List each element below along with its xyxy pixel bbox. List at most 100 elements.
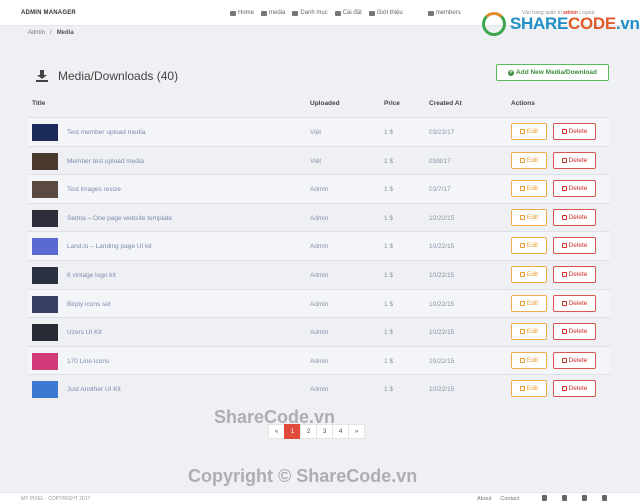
delete-button[interactable]: Delete [553, 294, 596, 312]
created-at: 03/7/17 [429, 186, 451, 194]
plus-icon: + [508, 69, 515, 76]
media-thumbnail[interactable] [32, 324, 58, 342]
edit-icon [519, 157, 525, 163]
google-plus-icon[interactable] [562, 495, 567, 501]
col-uploaded: Uploaded [310, 100, 340, 107]
media-title-link[interactable]: Land.io – Landing page UI kit [67, 243, 152, 250]
facebook-icon[interactable] [542, 495, 547, 501]
edit-button[interactable]: Edit [511, 380, 547, 398]
media-thumbnail[interactable] [32, 181, 58, 199]
trash-icon [561, 157, 567, 163]
edit-button[interactable]: Edit [511, 265, 547, 283]
trash-icon [561, 186, 567, 192]
delete-button[interactable]: Delete [553, 237, 596, 255]
nav-home[interactable]: Home [230, 10, 254, 16]
delete-button[interactable]: Delete [553, 380, 596, 398]
media-title-link[interactable]: Test member upload media [67, 129, 145, 136]
twitter-icon[interactable] [582, 495, 587, 501]
trash-icon [561, 129, 567, 134]
footer-links: About Contact [477, 496, 519, 502]
footer-contact-link[interactable]: Contact [500, 496, 519, 502]
delete-button[interactable]: Delete [553, 208, 596, 226]
footer: MY PIXEL - COPYRIGHT 2017 About Contact [0, 492, 640, 503]
delete-button[interactable]: Delete [553, 151, 596, 169]
delete-button[interactable]: Delete [553, 123, 596, 140]
nav-members[interactable]: members [427, 10, 461, 16]
delete-button[interactable]: Delete [553, 351, 596, 369]
table-row: Birply icons set Admin 1 $ 10/22/15 Edit Dele… [28, 288, 610, 318]
nav-about[interactable]: Giới thiệu [368, 10, 403, 16]
price: 1 $ [384, 186, 394, 194]
table-row: Test images resize Admin 1 $ 03/7/17 Edit Del… [28, 174, 610, 203]
price: 1 $ [384, 386, 394, 394]
edit-button[interactable]: Edit [511, 151, 547, 169]
pagination-next[interactable]: » [348, 424, 365, 439]
table-row: 6 vintage logo kit Admin 1 $ 10/22/15 Edit De… [28, 259, 610, 289]
table-row: Member test upload media Việt 1 $ 03/8/17 Ed… [28, 145, 610, 175]
media-thumbnail[interactable] [32, 352, 58, 370]
media-thumbnail[interactable] [32, 266, 58, 284]
media-title-link[interactable]: Birply icons set [67, 301, 111, 308]
created-at: 10/22/15 [429, 386, 455, 394]
media-title-link[interactable]: Just Another UI Kit [67, 386, 121, 393]
edit-icon [519, 357, 525, 363]
media-thumbnail[interactable] [32, 209, 58, 227]
edit-icon [519, 129, 525, 134]
media-title-link[interactable]: 6 vintage logo kit [67, 272, 116, 279]
edit-button[interactable]: Edit [511, 180, 547, 198]
media-title-link[interactable]: Uzers UI Kit [67, 329, 102, 336]
media-thumbnail[interactable] [32, 152, 58, 170]
media-thumbnail[interactable] [32, 238, 58, 256]
price: 1 $ [384, 243, 394, 251]
delete-button[interactable]: Delete [553, 265, 596, 283]
edit-button[interactable]: Edit [511, 237, 547, 255]
delete-button[interactable]: Delete [553, 180, 596, 198]
rss-icon[interactable] [602, 495, 607, 501]
table-row: 170 Line Icons Admin 1 $ 10/22/15 Edit Delete [28, 345, 610, 375]
media-title-link[interactable]: Test images resize [67, 186, 121, 193]
edit-button[interactable]: Edit [511, 123, 547, 140]
nav-settings[interactable]: Cài đặt [334, 10, 362, 16]
uploaded-by: Admin [310, 329, 329, 337]
uploaded-by: Admin [310, 357, 329, 365]
col-actions: Actions [511, 100, 535, 107]
add-media-button[interactable]: + Add New Media/Download [496, 64, 609, 81]
edit-icon [519, 214, 525, 220]
edit-button[interactable]: Edit [511, 294, 547, 312]
footer-copyright: MY PIXEL - COPYRIGHT 2017 [21, 496, 91, 502]
uploaded-by: Admin [310, 300, 329, 308]
created-at: 10/22/15 [429, 300, 455, 308]
media-thumbnail[interactable] [32, 381, 58, 399]
main-nav: Home media Danh mục Cài đặt Giới thiệu m… [230, 10, 468, 16]
edit-icon [519, 271, 525, 277]
uploaded-by: Việt [310, 157, 322, 165]
media-title-link[interactable]: Member test upload media [67, 158, 144, 165]
media-title-link[interactable]: 170 Line Icons [67, 358, 109, 365]
edit-button[interactable]: Edit [511, 323, 547, 341]
edit-icon [519, 300, 525, 306]
question-icon [334, 10, 341, 16]
delete-button[interactable]: Delete [553, 323, 596, 341]
price: 1 $ [384, 129, 394, 136]
logo-icon [482, 12, 506, 36]
brand-title[interactable]: ADMIN MANAGER [21, 10, 76, 16]
nav-media[interactable]: media [261, 10, 285, 16]
edit-button[interactable]: Edit [511, 351, 547, 369]
edit-button[interactable]: Edit [511, 208, 547, 226]
home-icon [230, 10, 236, 16]
watermark-copyright: Copyright © ShareCode.vn [188, 466, 418, 486]
created-at: 10/22/15 [429, 329, 455, 337]
edit-icon [519, 186, 525, 192]
breadcrumb-separator: / [50, 30, 52, 36]
price: 1 $ [384, 329, 394, 337]
trash-icon [561, 386, 567, 392]
uploaded-by: Admin [310, 186, 329, 194]
watermark-logo: SHARECODE.vn [482, 12, 640, 36]
media-thumbnail[interactable] [32, 124, 58, 141]
media-title-link[interactable]: Sedna – One page website template [67, 215, 172, 222]
footer-about-link[interactable]: About [477, 496, 491, 502]
media-thumbnail[interactable] [32, 295, 58, 313]
breadcrumb-admin[interactable]: Admin [28, 30, 45, 36]
nav-categories[interactable]: Danh mục [292, 10, 328, 16]
uploaded-by: Việt [310, 129, 322, 136]
